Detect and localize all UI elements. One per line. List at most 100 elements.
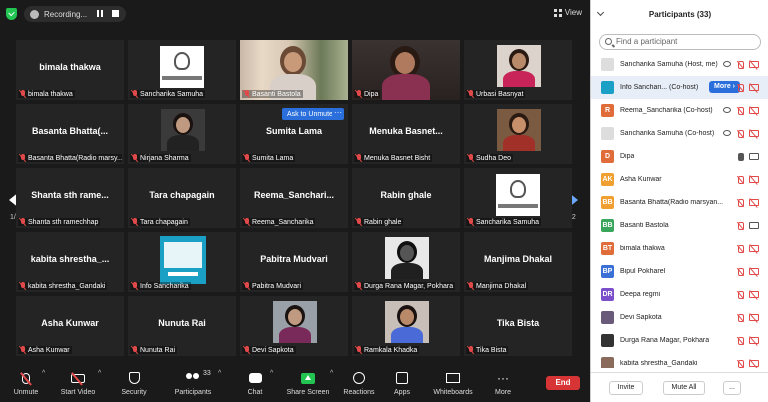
muted-microphone-icon[interactable] [737, 84, 744, 92]
participant-profile-photo [161, 109, 205, 151]
apps-button[interactable]: Apps [390, 370, 414, 396]
video-tile[interactable]: bimala thakwa bimala thakwa [16, 40, 124, 100]
share-options-caret-icon[interactable]: ^ [330, 370, 333, 377]
video-tile[interactable]: Nirjana Sharma [128, 104, 236, 164]
participant-row[interactable]: DR Deepa regmi [591, 283, 768, 306]
video-tile[interactable]: Info Sancharika [128, 232, 236, 292]
muted-microphone-icon[interactable] [737, 268, 744, 276]
video-tile[interactable]: Urbasi Basnyat [464, 40, 572, 100]
muted-microphone-icon[interactable] [737, 291, 744, 299]
muted-microphone-icon[interactable] [737, 130, 744, 138]
reactions-label: Reactions [343, 389, 375, 396]
participant-row[interactable]: BB Basanti Bastola [591, 214, 768, 237]
video-tile[interactable]: Manjima Dhakal Manjima Dhakal [464, 232, 572, 292]
participant-row[interactable]: Sancharika Samuha (Host, me) [591, 53, 768, 76]
muted-microphone-icon[interactable] [737, 314, 744, 322]
zoom-window: Recording... View 1/2 1/2 bimala thakwab… [0, 0, 768, 402]
unmute-button[interactable]: Unmute [10, 370, 42, 396]
meeting-toolbar: Unmute ^ Start Video ^ Security Particip… [0, 366, 590, 402]
more-button[interactable]: ··· More [490, 370, 516, 396]
end-meeting-button[interactable]: End [546, 376, 580, 390]
video-tile[interactable]: Rabin ghale Rabin ghale [352, 168, 460, 228]
chat-button[interactable]: Chat [242, 370, 268, 396]
view-icon [723, 61, 731, 67]
participant-row[interactable]: AK Asha Kunwar [591, 168, 768, 191]
participant-row[interactable]: Durga Rana Magar, Pokhara [591, 329, 768, 352]
video-tile[interactable]: Pabitra Mudvari Pabitra Mudvari [240, 232, 348, 292]
participants-panel: Participants (33) Find a participant San… [590, 0, 768, 402]
participant-name: Asha Kunwar [620, 176, 662, 183]
video-tile[interactable]: Tika Bista Tika Bista [464, 296, 572, 356]
video-tile[interactable]: Durga Rana Magar, Pokhara [352, 232, 460, 292]
collapse-chevron-icon[interactable] [596, 8, 605, 17]
view-button[interactable]: View [553, 8, 582, 17]
tile-participant-name: Basanta Bhatta(Radio marsy... [28, 154, 122, 162]
muted-microphone-icon[interactable] [737, 199, 744, 207]
muted-microphone-icon[interactable] [737, 222, 744, 230]
participants-options-caret-icon[interactable]: ^ [218, 370, 221, 377]
participant-row[interactable]: Info Sanchari... (Co-host) More › [591, 76, 768, 99]
video-tile[interactable]: Sancharika Samuha [464, 168, 572, 228]
muted-microphone-icon[interactable] [737, 245, 744, 253]
tile-name-label: bimala thakwa [18, 90, 75, 98]
video-off-icon [749, 314, 759, 321]
muted-microphone-icon[interactable] [737, 176, 744, 184]
muted-microphone-icon[interactable] [737, 360, 744, 368]
video-options-caret-icon[interactable]: ^ [98, 370, 101, 377]
video-tile[interactable]: Menuka Basnet... Menuka Basnet Bisht [352, 104, 460, 164]
muted-microphone-icon[interactable] [737, 107, 744, 115]
participant-status-icons [737, 153, 759, 161]
find-participant-input[interactable]: Find a participant [599, 34, 761, 50]
muted-mic-icon [20, 90, 26, 98]
participant-row[interactable]: kabita shrestha_Gandaki [591, 352, 768, 368]
video-tile[interactable]: kabita shrestha_... kabita shrestha_Ganda… [16, 232, 124, 292]
chat-icon [248, 373, 262, 383]
video-tile[interactable]: Dipa [352, 40, 460, 100]
stop-recording-icon[interactable] [112, 10, 119, 17]
whiteboards-button[interactable]: Whiteboards [430, 370, 476, 396]
tile-participant-name: kabita shrestha_Gandaki [28, 282, 106, 290]
invite-button[interactable]: Invite [609, 381, 643, 395]
video-tile[interactable]: Devi Sapkota [240, 296, 348, 356]
participant-row[interactable]: BT bimala thakwa [591, 237, 768, 260]
video-tile[interactable]: Asha Kunwar Asha Kunwar [16, 296, 124, 356]
mute-all-button[interactable]: Mute All [663, 381, 705, 395]
video-tile[interactable]: Shanta sth rame... Shanta sth ramechhap [16, 168, 124, 228]
muted-microphone-icon[interactable] [737, 337, 744, 345]
reactions-button[interactable]: Reactions [342, 370, 376, 396]
video-tile[interactable]: Tara chapagain Tara chapagain [128, 168, 236, 228]
tile-participant-name: Sancharika Samuha [140, 90, 204, 98]
more-dots-icon: ··· [497, 371, 509, 385]
muted-mic-icon [132, 282, 138, 290]
participant-row[interactable]: BP Bipul Pokharel [591, 260, 768, 283]
start-video-button[interactable]: Start Video [58, 370, 98, 396]
video-tile[interactable]: Basanta Bhatta(... Basanta Bhatta(Radio m… [16, 104, 124, 164]
participant-name: Deepa regmi [620, 291, 661, 298]
pause-recording-icon[interactable] [97, 10, 103, 17]
microphone-icon[interactable] [737, 153, 744, 161]
video-tile[interactable]: Sancharika Samuha [128, 40, 236, 100]
participant-row[interactable]: D Dipa [591, 145, 768, 168]
participant-more-button[interactable]: More › [709, 81, 741, 93]
participant-row[interactable]: BB Basanta Bhatta(Radio marsyan... [591, 191, 768, 214]
share-screen-button[interactable]: Share Screen [286, 370, 330, 396]
video-tile[interactable]: Basanti Bastola [240, 40, 348, 100]
tile-more-options-button[interactable]: ··· [332, 108, 344, 120]
participant-row[interactable]: R Reema_Sancharika (Co-host) [591, 99, 768, 122]
video-tile[interactable]: Reema_Sanchari... Reema_Sancharika [240, 168, 348, 228]
security-button[interactable]: Security [118, 370, 150, 396]
video-tile[interactable]: Sudha Deo [464, 104, 572, 164]
participant-row[interactable]: Devi Sapkota [591, 306, 768, 329]
participant-list: Sancharika Samuha (Host, me) Info Sanchar… [591, 53, 768, 368]
tile-participant-name: Tara chapagain [140, 218, 188, 226]
audio-options-caret-icon[interactable]: ^ [42, 370, 45, 377]
muted-microphone-icon[interactable] [737, 61, 744, 69]
muted-mic-icon [132, 346, 138, 354]
meeting-topbar: Recording... View [0, 0, 590, 28]
chat-options-caret-icon[interactable]: ^ [270, 370, 273, 377]
participant-row[interactable]: Sancharika Samuha (Co-host) [591, 122, 768, 145]
video-tile[interactable]: Ramkala Khadka [352, 296, 460, 356]
panel-more-button[interactable]: ... [723, 381, 741, 395]
ask-to-unmute-button[interactable]: Ask to Unmute [282, 108, 338, 120]
video-tile[interactable]: Nunuta Rai Nunuta Rai [128, 296, 236, 356]
